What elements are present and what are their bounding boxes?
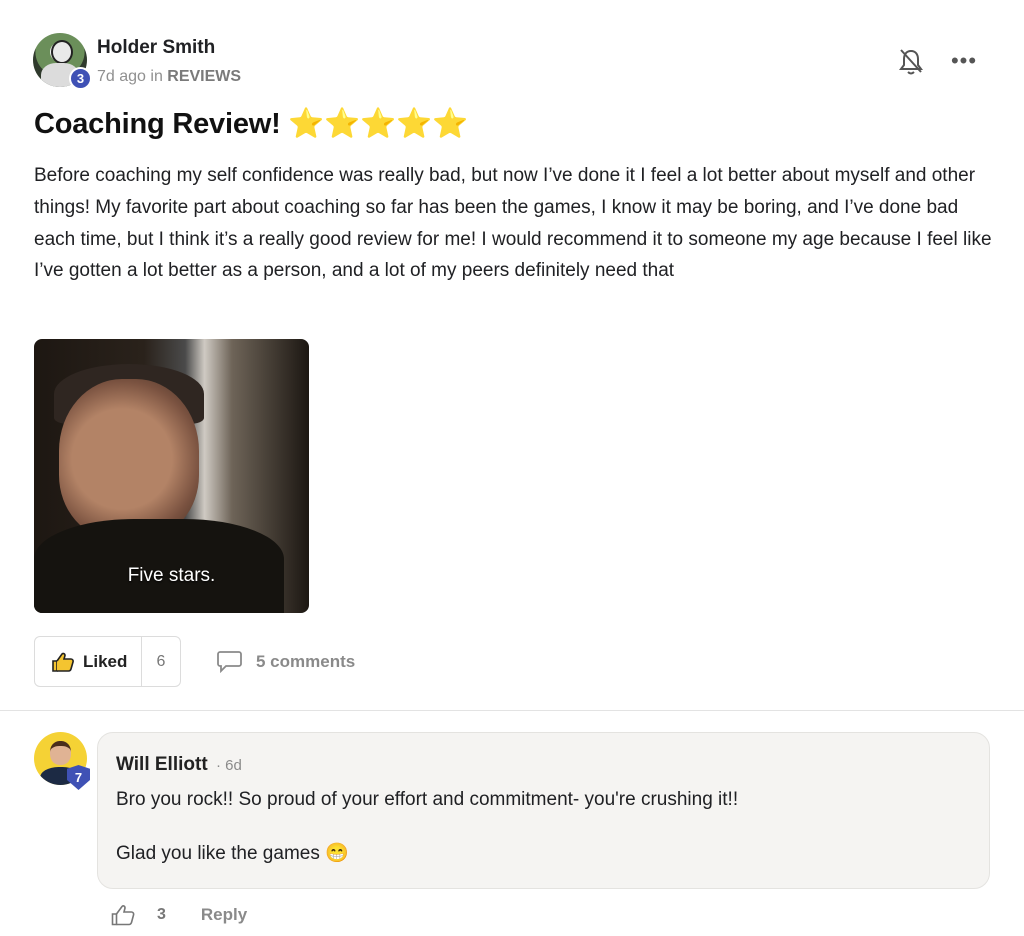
- more-options-button[interactable]: •••: [949, 50, 979, 72]
- thumbs-up-icon: [52, 652, 74, 672]
- reply-button[interactable]: Reply: [201, 905, 247, 925]
- comment-like-count: 3: [157, 906, 166, 923]
- comment-actions: 3 Reply: [111, 904, 247, 926]
- comment-time: · 6d: [216, 757, 242, 774]
- post-time: 7d ago: [97, 68, 146, 85]
- author-level-badge: 3: [69, 67, 92, 90]
- like-button-label: Liked: [83, 651, 128, 671]
- avatar-head: [51, 40, 73, 64]
- comment-text-line-2: Glad you like the games 😁: [116, 843, 349, 864]
- post-author-name[interactable]: Holder Smith: [97, 37, 215, 59]
- commenter-avatar-head: [50, 741, 71, 765]
- post-gif[interactable]: Five stars.: [34, 339, 309, 613]
- post-body: Before coaching my self confidence was r…: [34, 165, 992, 282]
- like-button[interactable]: Liked: [35, 637, 142, 686]
- post-meta: 7d ago in REVIEWS: [97, 68, 241, 86]
- commenter-level-badge: 7: [67, 765, 90, 790]
- comment-bubble-icon: [217, 651, 242, 673]
- post-in-word: in: [145, 68, 168, 85]
- gif-caption: Five stars.: [127, 565, 216, 586]
- section-divider: [0, 710, 1024, 711]
- gif-face: [59, 379, 199, 539]
- comments-count-label: 5 comments: [256, 651, 356, 671]
- comment-author-name[interactable]: Will Elliott: [116, 754, 208, 776]
- like-control: Liked 6: [34, 636, 181, 687]
- comments-link[interactable]: 5 comments: [217, 650, 355, 673]
- like-count[interactable]: 6: [142, 653, 180, 671]
- bell-off-icon[interactable]: [898, 47, 924, 77]
- post-category[interactable]: REVIEWS: [167, 68, 241, 85]
- post-title: Coaching Review! ⭐⭐⭐⭐⭐: [34, 108, 468, 140]
- thumbs-up-icon[interactable]: [111, 904, 135, 926]
- more-horizontal-icon: •••: [950, 48, 978, 73]
- comment-bubble: Will Elliott · 6d Bro you rock!! So prou…: [97, 732, 990, 889]
- comment-text-line-1: Bro you rock!! So proud of your effort a…: [116, 789, 739, 810]
